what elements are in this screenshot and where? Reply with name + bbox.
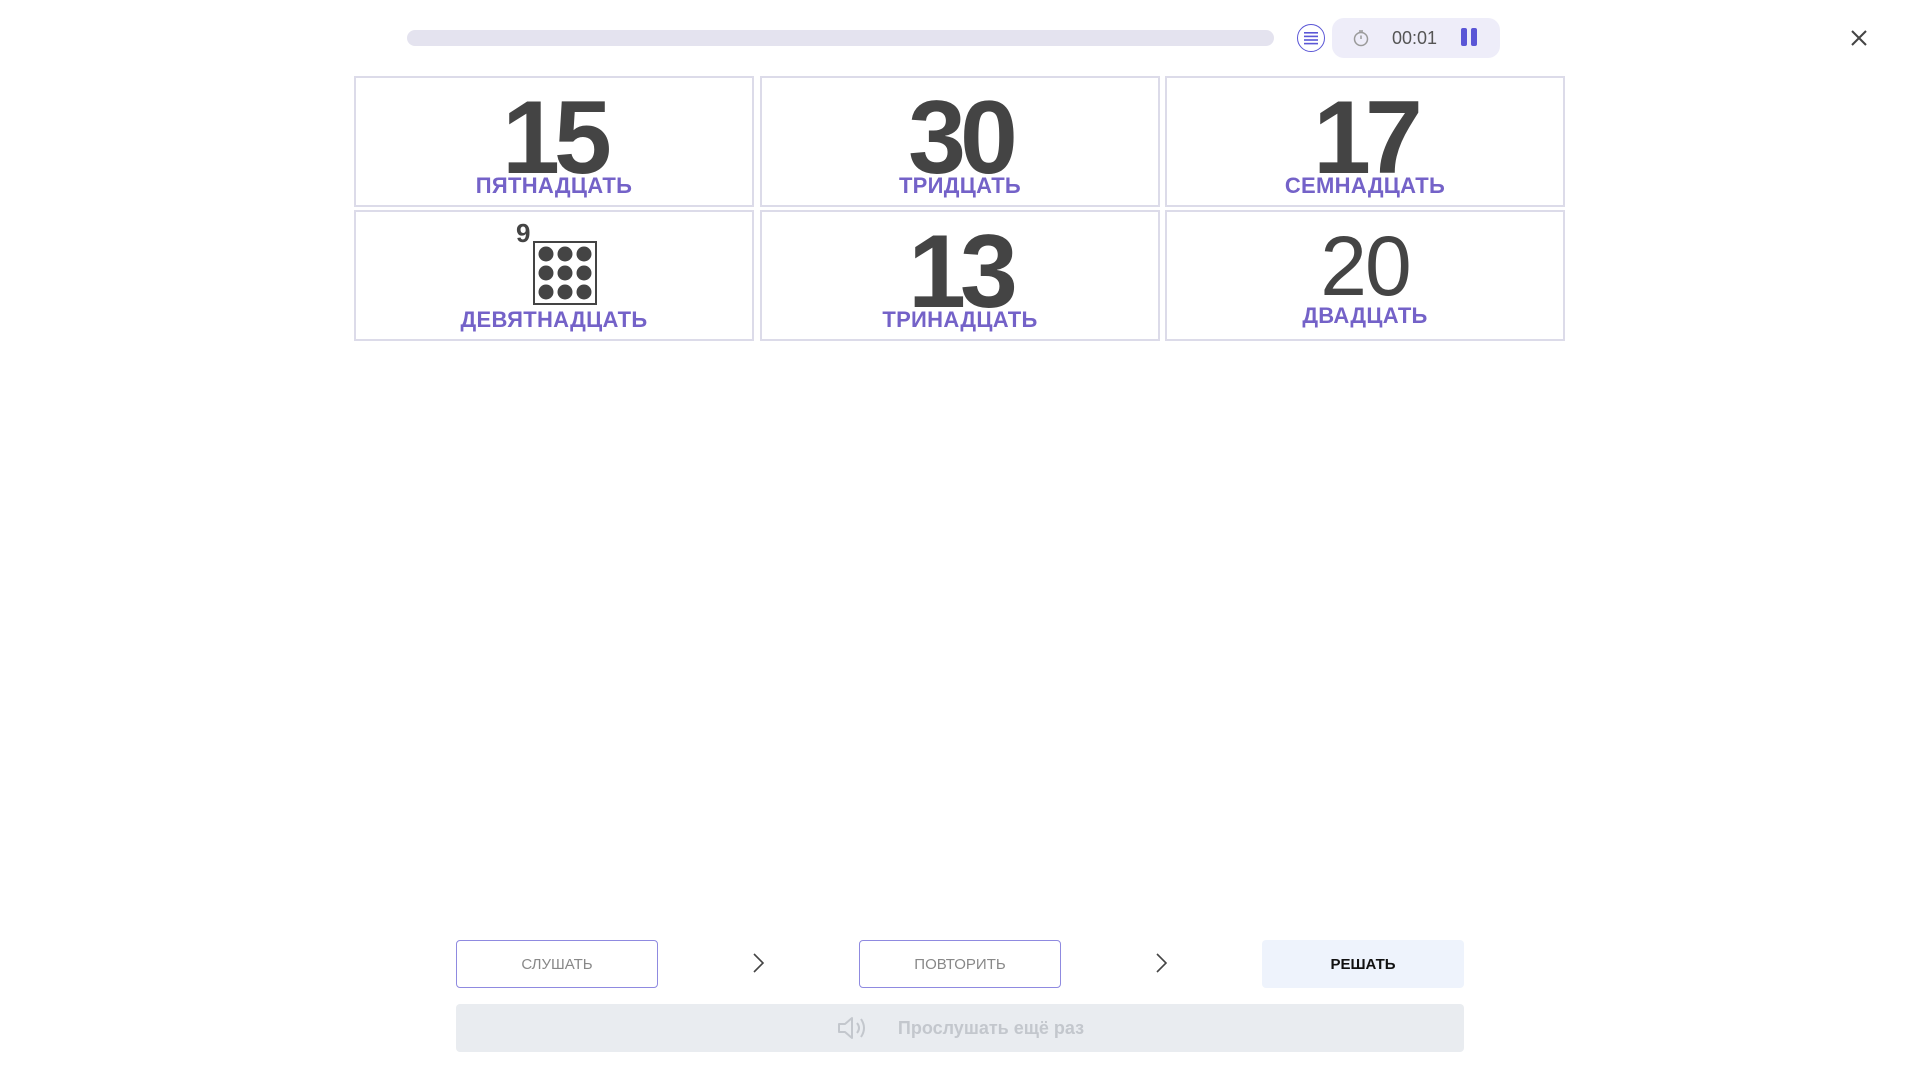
dots-grid [533,241,597,305]
card-number: 20 [1320,219,1411,313]
card-word: ТРИДЦАТЬ [898,173,1022,198]
card-word: ДВАДЦАТЬ [1302,303,1428,328]
dot [557,265,573,281]
chevron-right-icon [1156,953,1168,973]
card-dots[interactable]: 9 ДЕВЯТНАДЦАТЬ [354,210,754,341]
card-word: СЕМНАДЦАТЬ [1284,173,1446,198]
dot [576,265,592,281]
chevron-right-icon [753,953,765,973]
card-word: ТРИНАДЦАТЬ [882,307,1038,332]
dots-grid-graphic [538,246,592,300]
dot [557,284,573,300]
speaker-icon [837,1017,865,1039]
timer: 00:01 [1332,18,1500,58]
solve-button[interactable]: РЕШАТЬ [1262,940,1464,988]
dot [538,284,554,300]
progress-bar [407,30,1274,46]
card-17[interactable]: 17 СЕМНАДЦАТЬ [1165,76,1565,207]
dot [576,284,592,300]
dots-label: 9 [516,218,531,248]
listen-again-label: Прослушать ещё раз [897,1017,1085,1038]
dot [576,246,592,262]
dot [557,246,573,262]
card-word: ДЕВЯТНАДЦАТЬ [460,307,648,332]
timer-value: 00:01 [1392,28,1438,48]
stopwatch-icon [1353,30,1369,47]
listen-again-button[interactable]: Прослушать ещё раз [456,1004,1464,1052]
dot [538,246,554,262]
card-15[interactable]: 15 ПЯТНАДЦАТЬ [354,76,754,207]
pause-icon[interactable] [1458,28,1480,48]
list-icon[interactable] [1297,24,1325,52]
card-30[interactable]: 30 ТРИДЦАТЬ [760,76,1160,207]
dot [538,265,554,281]
listen-button[interactable]: СЛУШАТЬ [456,940,658,988]
close-icon[interactable] [1845,24,1873,52]
repeat-button[interactable]: ПОВТОРИТЬ [859,940,1061,988]
card-13[interactable]: 13 ТРИНАДЦАТЬ [760,210,1160,341]
card-word: ПЯТНАДЦАТЬ [475,173,633,198]
card-20[interactable]: 20 ДВАДЦАТЬ [1165,210,1565,341]
